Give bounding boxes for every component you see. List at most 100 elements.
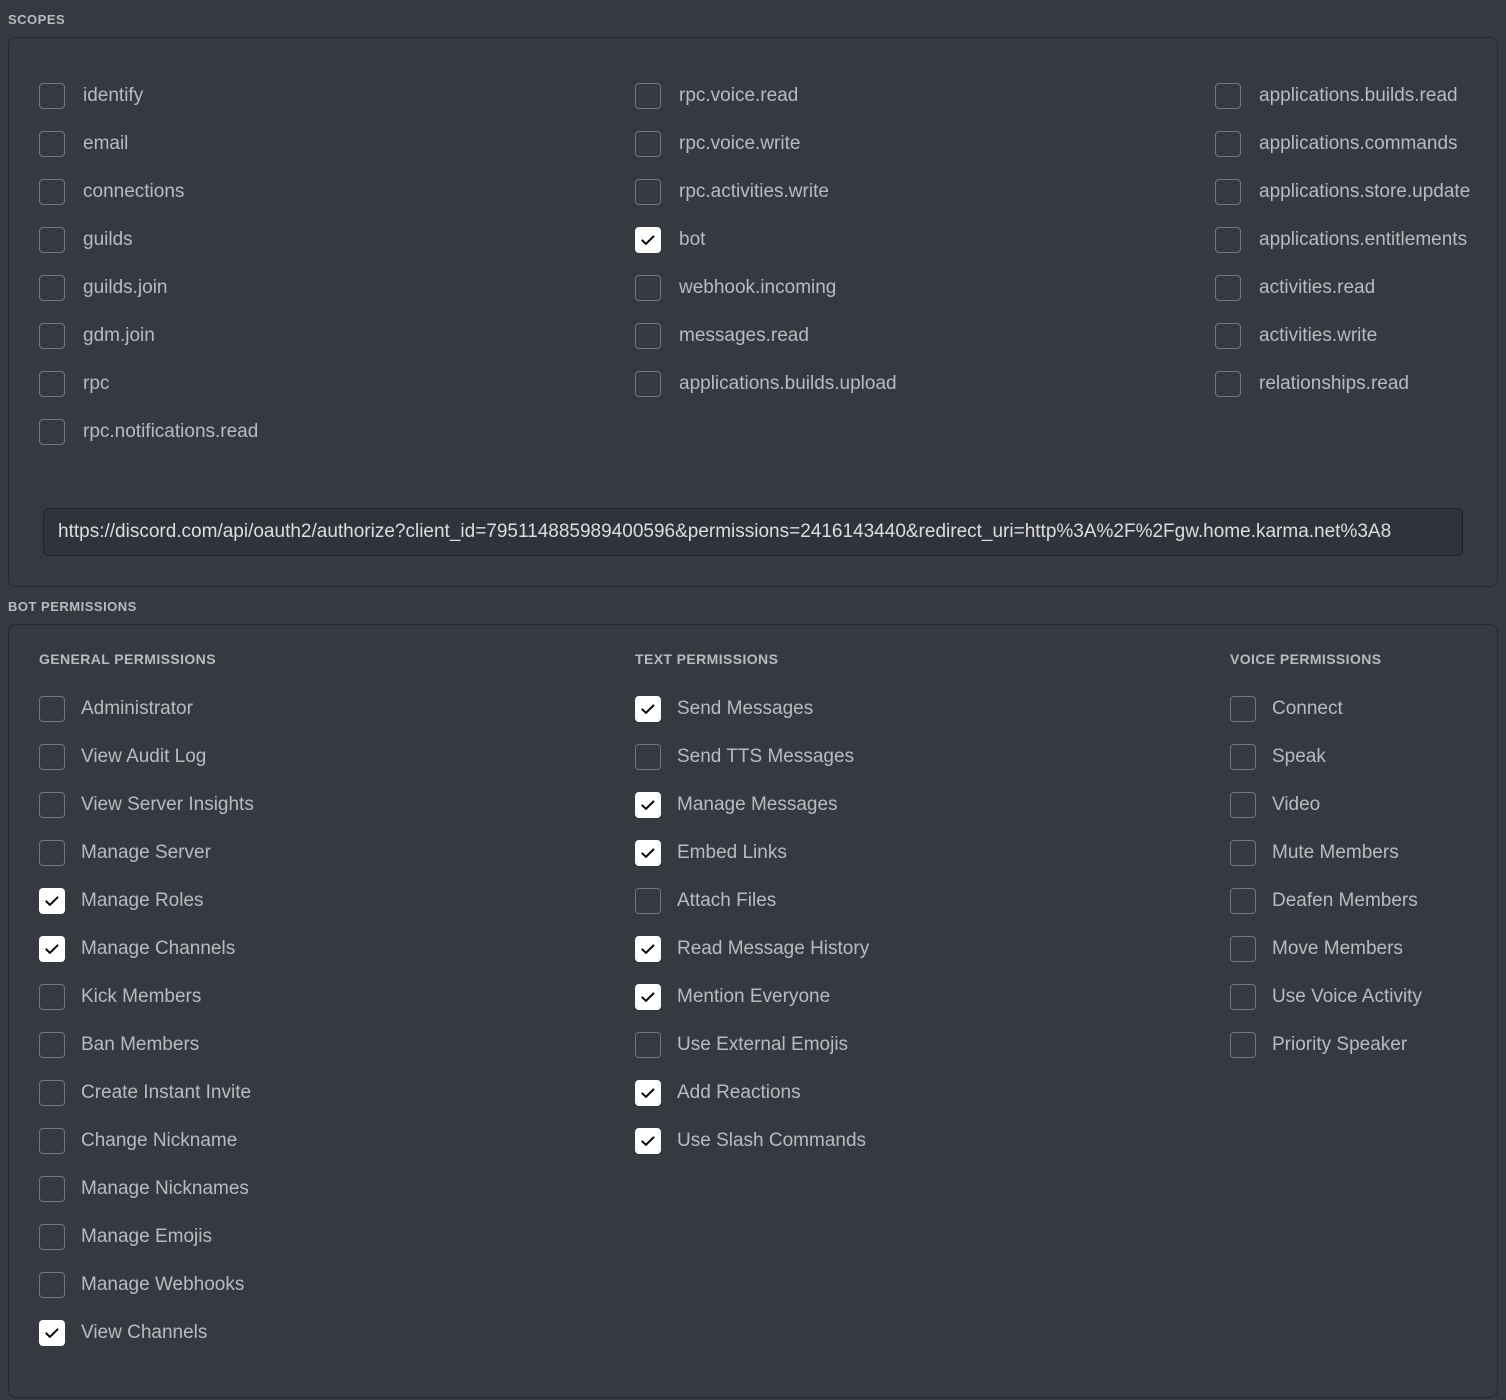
checkbox-unchecked-icon[interactable] bbox=[1230, 984, 1256, 1010]
checkbox-unchecked-icon[interactable] bbox=[1230, 696, 1256, 722]
checkbox-checked-icon[interactable] bbox=[39, 1320, 65, 1346]
checkbox-unchecked-icon[interactable] bbox=[39, 792, 65, 818]
checkbox-unchecked-icon[interactable] bbox=[39, 1032, 65, 1058]
checkbox-unchecked-icon[interactable] bbox=[1215, 83, 1241, 109]
checkbox-unchecked-icon[interactable] bbox=[635, 888, 661, 914]
permission-attach-files-row[interactable]: Attach Files bbox=[635, 877, 1230, 925]
checkbox-unchecked-icon[interactable] bbox=[635, 744, 661, 770]
checkbox-unchecked-icon[interactable] bbox=[39, 1176, 65, 1202]
checkbox-unchecked-icon[interactable] bbox=[39, 323, 65, 349]
scope-rpc-voice-write-row[interactable]: rpc.voice.write bbox=[635, 120, 1215, 168]
checkbox-checked-icon[interactable] bbox=[635, 840, 661, 866]
permission-use-external-emojis-row[interactable]: Use External Emojis bbox=[635, 1021, 1230, 1069]
checkbox-checked-icon[interactable] bbox=[39, 888, 65, 914]
scope-applications-entitlements-row[interactable]: applications.entitlements bbox=[1215, 216, 1470, 264]
scope-applications-commands-row[interactable]: applications.commands bbox=[1215, 120, 1470, 168]
checkbox-unchecked-icon[interactable] bbox=[39, 227, 65, 253]
scope-email-row[interactable]: email bbox=[39, 120, 635, 168]
checkbox-unchecked-icon[interactable] bbox=[39, 419, 65, 445]
permission-manage-roles-row[interactable]: Manage Roles bbox=[39, 877, 635, 925]
checkbox-checked-icon[interactable] bbox=[635, 696, 661, 722]
permission-administrator-row[interactable]: Administrator bbox=[39, 685, 635, 733]
checkbox-unchecked-icon[interactable] bbox=[1230, 1032, 1256, 1058]
checkbox-unchecked-icon[interactable] bbox=[39, 984, 65, 1010]
permission-view-channels-row[interactable]: View Channels bbox=[39, 1309, 635, 1357]
permission-use-slash-commands-row[interactable]: Use Slash Commands bbox=[635, 1117, 1230, 1165]
scope-applications-store-update-row[interactable]: applications.store.update bbox=[1215, 168, 1470, 216]
checkbox-unchecked-icon[interactable] bbox=[39, 275, 65, 301]
permission-manage-emojis-row[interactable]: Manage Emojis bbox=[39, 1213, 635, 1261]
scope-messages-read-row[interactable]: messages.read bbox=[635, 312, 1215, 360]
checkbox-checked-icon[interactable] bbox=[635, 984, 661, 1010]
permission-manage-nicknames-row[interactable]: Manage Nicknames bbox=[39, 1165, 635, 1213]
permission-mute-members-row[interactable]: Mute Members bbox=[1230, 829, 1467, 877]
scope-activities-write-row[interactable]: activities.write bbox=[1215, 312, 1470, 360]
checkbox-unchecked-icon[interactable] bbox=[1230, 840, 1256, 866]
scope-activities-read-row[interactable]: activities.read bbox=[1215, 264, 1470, 312]
checkbox-unchecked-icon[interactable] bbox=[39, 1272, 65, 1298]
scope-connections-row[interactable]: connections bbox=[39, 168, 635, 216]
scope-applications-builds-read-row[interactable]: applications.builds.read bbox=[1215, 72, 1470, 120]
scope-gdm-join-row[interactable]: gdm.join bbox=[39, 312, 635, 360]
checkbox-unchecked-icon[interactable] bbox=[39, 696, 65, 722]
scope-relationships-read-row[interactable]: relationships.read bbox=[1215, 360, 1470, 408]
checkbox-unchecked-icon[interactable] bbox=[1215, 275, 1241, 301]
checkbox-unchecked-icon[interactable] bbox=[39, 131, 65, 157]
checkbox-unchecked-icon[interactable] bbox=[1215, 227, 1241, 253]
checkbox-unchecked-icon[interactable] bbox=[635, 275, 661, 301]
permission-use-voice-activity-row[interactable]: Use Voice Activity bbox=[1230, 973, 1467, 1021]
checkbox-unchecked-icon[interactable] bbox=[39, 83, 65, 109]
permission-speak-row[interactable]: Speak bbox=[1230, 733, 1467, 781]
checkbox-unchecked-icon[interactable] bbox=[39, 1128, 65, 1154]
permission-video-row[interactable]: Video bbox=[1230, 781, 1467, 829]
scope-rpc-row[interactable]: rpc bbox=[39, 360, 635, 408]
permission-embed-links-row[interactable]: Embed Links bbox=[635, 829, 1230, 877]
checkbox-unchecked-icon[interactable] bbox=[39, 744, 65, 770]
scope-identify-row[interactable]: identify bbox=[39, 72, 635, 120]
permission-create-instant-invite-row[interactable]: Create Instant Invite bbox=[39, 1069, 635, 1117]
checkbox-unchecked-icon[interactable] bbox=[1215, 371, 1241, 397]
permission-add-reactions-row[interactable]: Add Reactions bbox=[635, 1069, 1230, 1117]
scope-webhook-incoming-row[interactable]: webhook.incoming bbox=[635, 264, 1215, 312]
checkbox-unchecked-icon[interactable] bbox=[1230, 792, 1256, 818]
checkbox-unchecked-icon[interactable] bbox=[635, 179, 661, 205]
checkbox-unchecked-icon[interactable] bbox=[635, 1032, 661, 1058]
checkbox-unchecked-icon[interactable] bbox=[39, 1224, 65, 1250]
permission-move-members-row[interactable]: Move Members bbox=[1230, 925, 1467, 973]
checkbox-checked-icon[interactable] bbox=[39, 936, 65, 962]
checkbox-checked-icon[interactable] bbox=[635, 227, 661, 253]
scope-rpc-notifications-read-row[interactable]: rpc.notifications.read bbox=[39, 408, 635, 456]
scope-rpc-voice-read-row[interactable]: rpc.voice.read bbox=[635, 72, 1215, 120]
permission-connect-row[interactable]: Connect bbox=[1230, 685, 1467, 733]
checkbox-unchecked-icon[interactable] bbox=[635, 131, 661, 157]
checkbox-unchecked-icon[interactable] bbox=[1230, 936, 1256, 962]
permission-manage-messages-row[interactable]: Manage Messages bbox=[635, 781, 1230, 829]
permission-send-tts-messages-row[interactable]: Send TTS Messages bbox=[635, 733, 1230, 781]
checkbox-unchecked-icon[interactable] bbox=[635, 323, 661, 349]
scope-applications-builds-upload-row[interactable]: applications.builds.upload bbox=[635, 360, 1215, 408]
checkbox-unchecked-icon[interactable] bbox=[1215, 131, 1241, 157]
permission-manage-webhooks-row[interactable]: Manage Webhooks bbox=[39, 1261, 635, 1309]
checkbox-unchecked-icon[interactable] bbox=[1215, 179, 1241, 205]
scope-guilds-join-row[interactable]: guilds.join bbox=[39, 264, 635, 312]
permission-send-messages-row[interactable]: Send Messages bbox=[635, 685, 1230, 733]
checkbox-unchecked-icon[interactable] bbox=[635, 371, 661, 397]
generated-url-input[interactable] bbox=[43, 508, 1463, 556]
permission-priority-speaker-row[interactable]: Priority Speaker bbox=[1230, 1021, 1467, 1069]
checkbox-unchecked-icon[interactable] bbox=[1215, 323, 1241, 349]
checkbox-unchecked-icon[interactable] bbox=[1230, 744, 1256, 770]
checkbox-checked-icon[interactable] bbox=[635, 792, 661, 818]
checkbox-unchecked-icon[interactable] bbox=[1230, 888, 1256, 914]
permission-read-message-history-row[interactable]: Read Message History bbox=[635, 925, 1230, 973]
permission-view-server-insights-row[interactable]: View Server Insights bbox=[39, 781, 635, 829]
permission-manage-server-row[interactable]: Manage Server bbox=[39, 829, 635, 877]
permission-ban-members-row[interactable]: Ban Members bbox=[39, 1021, 635, 1069]
scope-rpc-activities-write-row[interactable]: rpc.activities.write bbox=[635, 168, 1215, 216]
checkbox-checked-icon[interactable] bbox=[635, 1128, 661, 1154]
checkbox-checked-icon[interactable] bbox=[635, 1080, 661, 1106]
checkbox-unchecked-icon[interactable] bbox=[39, 1080, 65, 1106]
checkbox-unchecked-icon[interactable] bbox=[39, 179, 65, 205]
checkbox-unchecked-icon[interactable] bbox=[39, 371, 65, 397]
scope-bot-row[interactable]: bot bbox=[635, 216, 1215, 264]
checkbox-unchecked-icon[interactable] bbox=[39, 840, 65, 866]
